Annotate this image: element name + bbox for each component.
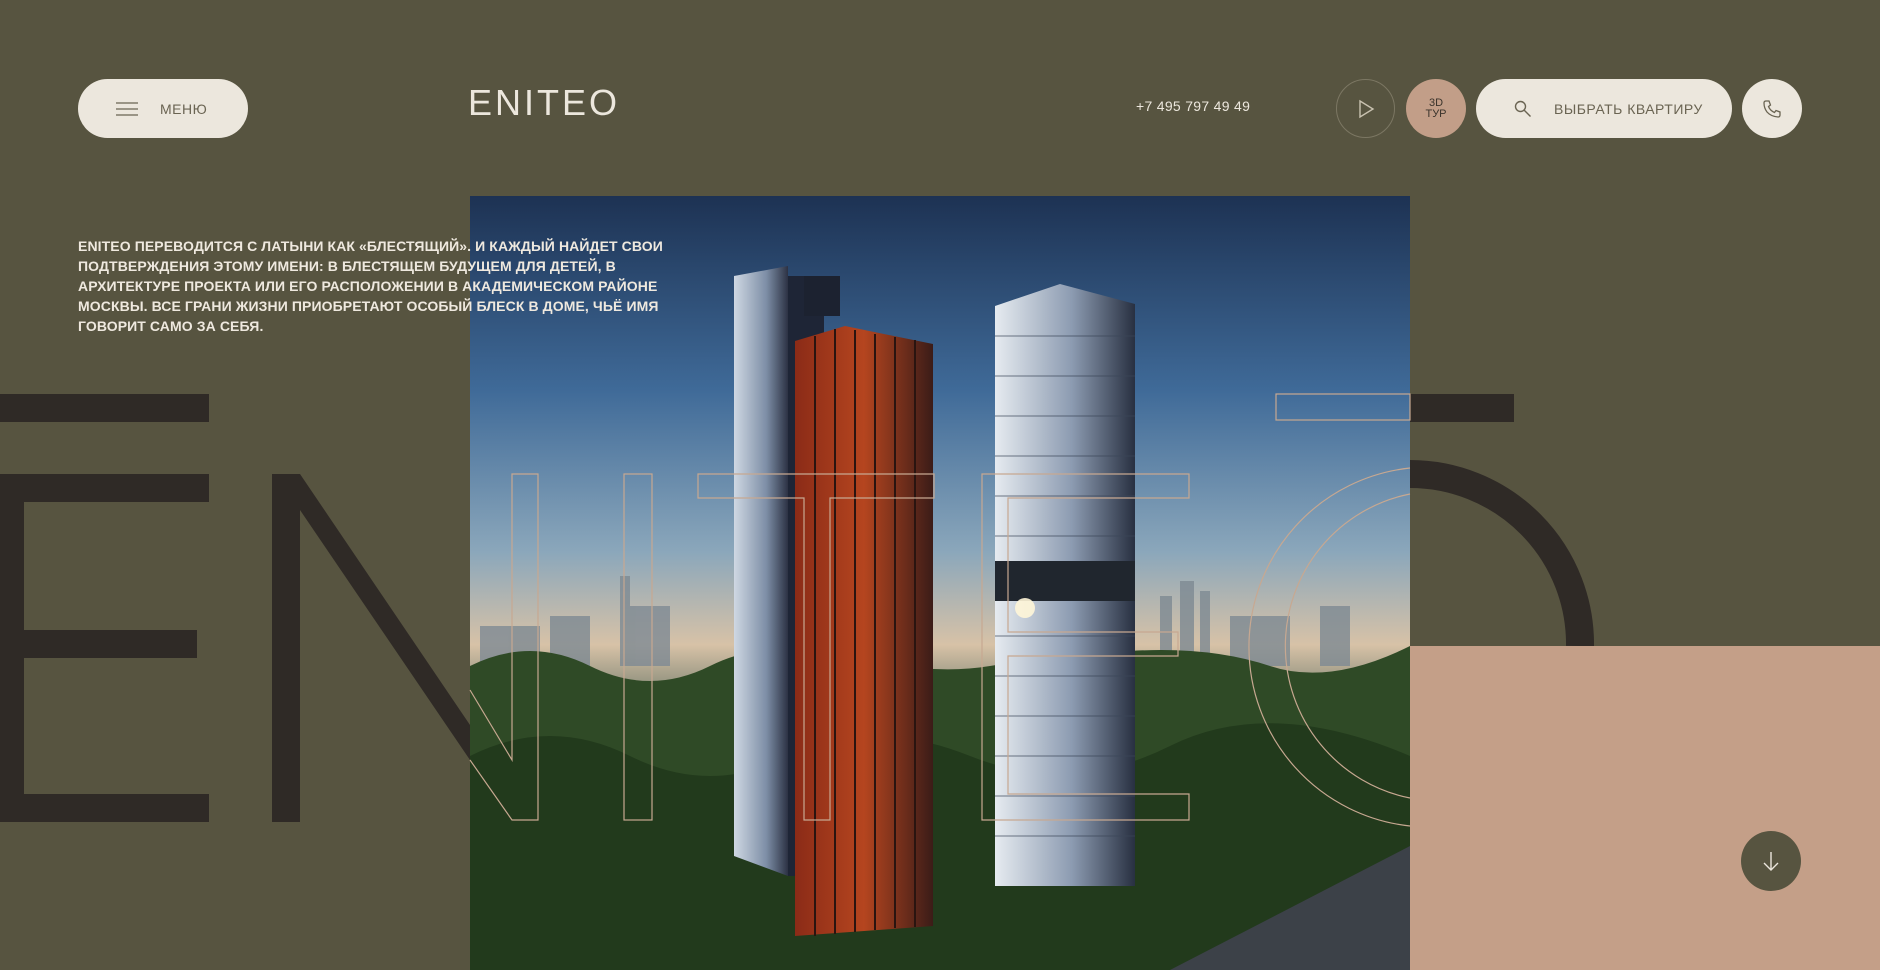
- arrow-down-icon: [1763, 852, 1779, 871]
- intro-text: ENITEO ПЕРЕВОДИТСЯ С ЛАТЫНИ КАК «БЛЕСТЯЩ…: [78, 238, 663, 334]
- accent-block: [1410, 646, 1880, 970]
- scroll-down-button[interactable]: [1741, 831, 1801, 891]
